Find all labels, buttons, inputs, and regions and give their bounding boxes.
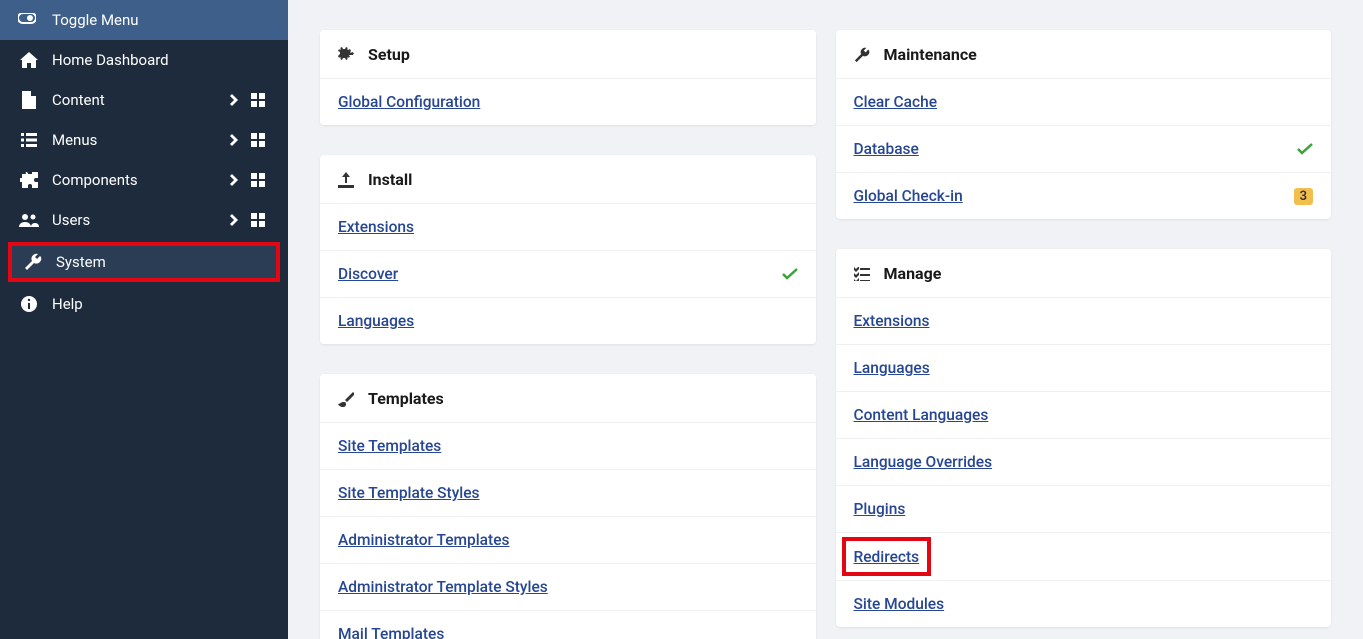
check-icon (1297, 143, 1313, 155)
users-icon (18, 213, 40, 227)
card-item: Global Check-in 3 (836, 172, 1332, 219)
main-content: Setup Global Configuration Install Exten… (288, 0, 1363, 639)
grid-icon[interactable] (246, 213, 270, 227)
card-header: Maintenance (836, 30, 1332, 79)
sidebar-item-home[interactable]: Home Dashboard (0, 40, 288, 80)
card-templates: Templates Site Templates Site Template S… (320, 374, 816, 639)
link-languages[interactable]: Languages (338, 312, 414, 330)
card-title: Manage (884, 264, 942, 283)
card-item: Site Template Styles (320, 469, 816, 516)
card-title: Install (368, 170, 412, 189)
grid-icon[interactable] (246, 93, 270, 107)
card-item: Discover (320, 250, 816, 297)
sidebar-item-label: Home Dashboard (52, 51, 270, 69)
card-item: Plugins (836, 485, 1332, 532)
link-global-configuration[interactable]: Global Configuration (338, 93, 480, 111)
link-extensions[interactable]: Extensions (338, 218, 414, 236)
card-item: Database (836, 125, 1332, 172)
check-icon (782, 268, 798, 280)
link-administrator-templates[interactable]: Administrator Templates (338, 531, 509, 549)
link-clear-cache[interactable]: Clear Cache (854, 93, 938, 111)
chevron-right-icon (222, 94, 246, 106)
sidebar-item-label: Content (52, 91, 222, 109)
card-title: Maintenance (884, 45, 977, 64)
card-setup: Setup Global Configuration (320, 30, 816, 125)
puzzle-icon (18, 172, 40, 188)
card-header: Install (320, 155, 816, 204)
link-administrator-template-styles[interactable]: Administrator Template Styles (338, 578, 548, 596)
grid-icon[interactable] (246, 173, 270, 187)
sidebar-item-label: Help (52, 295, 270, 313)
link-global-checkin[interactable]: Global Check-in (854, 187, 963, 205)
link-site-modules[interactable]: Site Modules (854, 595, 945, 613)
chevron-right-icon (222, 134, 246, 146)
sidebar: Toggle Menu Home Dashboard Content Menus (0, 0, 288, 639)
sidebar-item-label: Users (52, 211, 222, 229)
link-content-languages[interactable]: Content Languages (854, 406, 989, 424)
card-item: Content Languages (836, 391, 1332, 438)
link-site-templates[interactable]: Site Templates (338, 437, 441, 455)
sidebar-item-label: System (56, 253, 266, 271)
chevron-right-icon (222, 174, 246, 186)
sidebar-item-components[interactable]: Components (0, 160, 288, 200)
card-install: Install Extensions Discover Languages (320, 155, 816, 344)
card-maintenance: Maintenance Clear Cache Database Global … (836, 30, 1332, 219)
sidebar-item-system[interactable]: System (8, 242, 280, 282)
link-database[interactable]: Database (854, 140, 919, 158)
card-header: Manage (836, 249, 1332, 298)
link-redirects[interactable]: Redirects (854, 548, 920, 566)
card-item: Site Modules (836, 580, 1332, 627)
card-header: Setup (320, 30, 816, 79)
toggle-icon (18, 13, 36, 27)
sidebar-item-label: Components (52, 171, 222, 189)
brush-icon (338, 391, 354, 407)
file-icon (18, 91, 40, 109)
link-extensions[interactable]: Extensions (854, 312, 930, 330)
list-icon (18, 133, 40, 147)
link-languages[interactable]: Languages (854, 359, 930, 377)
card-item: Mail Templates (320, 610, 816, 639)
list-check-icon (854, 267, 870, 281)
link-language-overrides[interactable]: Language Overrides (854, 453, 993, 471)
sidebar-item-content[interactable]: Content (0, 80, 288, 120)
card-item: Administrator Templates (320, 516, 816, 563)
card-item: Global Configuration (320, 79, 816, 125)
link-discover[interactable]: Discover (338, 265, 398, 283)
wrench-icon (854, 47, 870, 63)
sidebar-item-users[interactable]: Users (0, 200, 288, 240)
upload-icon (338, 172, 354, 188)
chevron-right-icon (222, 214, 246, 226)
card-header: Templates (320, 374, 816, 423)
link-site-template-styles[interactable]: Site Template Styles (338, 484, 480, 502)
link-plugins[interactable]: Plugins (854, 500, 906, 518)
toggle-label: Toggle Menu (52, 11, 139, 29)
card-manage: Manage Extensions Languages Content Lang… (836, 249, 1332, 627)
card-item: Languages (836, 344, 1332, 391)
grid-icon[interactable] (246, 133, 270, 147)
gear-icon (338, 47, 354, 63)
card-title: Templates (368, 389, 444, 408)
card-title: Setup (368, 45, 410, 64)
info-icon (18, 296, 40, 312)
link-mail-templates[interactable]: Mail Templates (338, 625, 444, 639)
badge-checkin-count: 3 (1294, 188, 1313, 205)
card-item: Clear Cache (836, 79, 1332, 125)
card-item: Extensions (836, 298, 1332, 344)
toggle-menu[interactable]: Toggle Menu (0, 0, 288, 40)
card-item: Language Overrides (836, 438, 1332, 485)
card-item: Languages (320, 297, 816, 344)
sidebar-item-help[interactable]: Help (0, 284, 288, 324)
sidebar-item-label: Menus (52, 131, 222, 149)
card-item: Site Templates (320, 423, 816, 469)
card-item: Redirects (836, 532, 1332, 580)
home-icon (18, 52, 40, 68)
card-item: Extensions (320, 204, 816, 250)
sidebar-item-menus[interactable]: Menus (0, 120, 288, 160)
card-item: Administrator Template Styles (320, 563, 816, 610)
wrench-icon (22, 253, 44, 271)
